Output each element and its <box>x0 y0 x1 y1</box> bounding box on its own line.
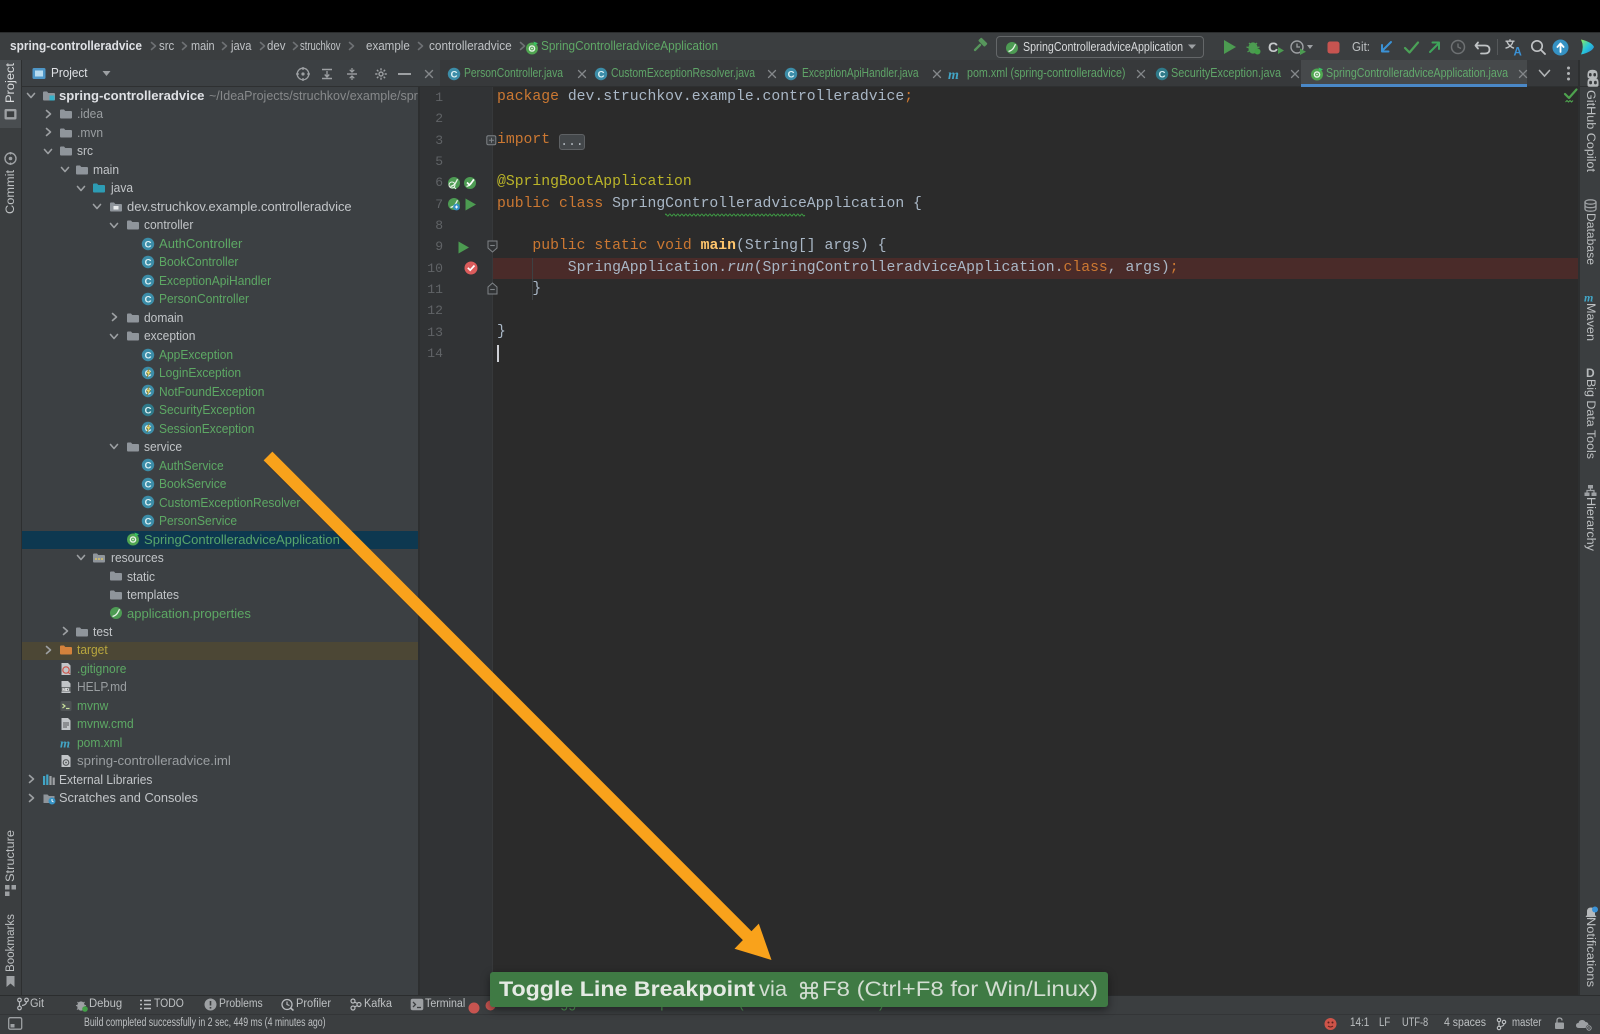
svg-text:C: C <box>145 294 152 305</box>
svg-text:C: C <box>145 479 152 490</box>
svg-text:C: C <box>1159 69 1166 80</box>
svg-text:C: C <box>145 257 152 268</box>
svg-text:C: C <box>598 69 605 80</box>
svg-text:C: C <box>1268 39 1278 55</box>
svg-text:C: C <box>145 350 152 361</box>
svg-text:C: C <box>145 461 152 472</box>
svg-text:C: C <box>451 69 458 80</box>
svg-text:A: A <box>1514 47 1522 58</box>
svg-text:m: m <box>948 68 959 81</box>
svg-text:C: C <box>145 516 152 527</box>
svg-text:MD: MD <box>62 687 70 692</box>
svg-text:m: m <box>60 736 70 750</box>
svg-text:C: C <box>788 69 795 80</box>
svg-text:C: C <box>145 498 152 509</box>
svg-text:C: C <box>145 239 152 250</box>
svg-text:C: C <box>145 405 152 416</box>
svg-text:C: C <box>145 276 152 287</box>
